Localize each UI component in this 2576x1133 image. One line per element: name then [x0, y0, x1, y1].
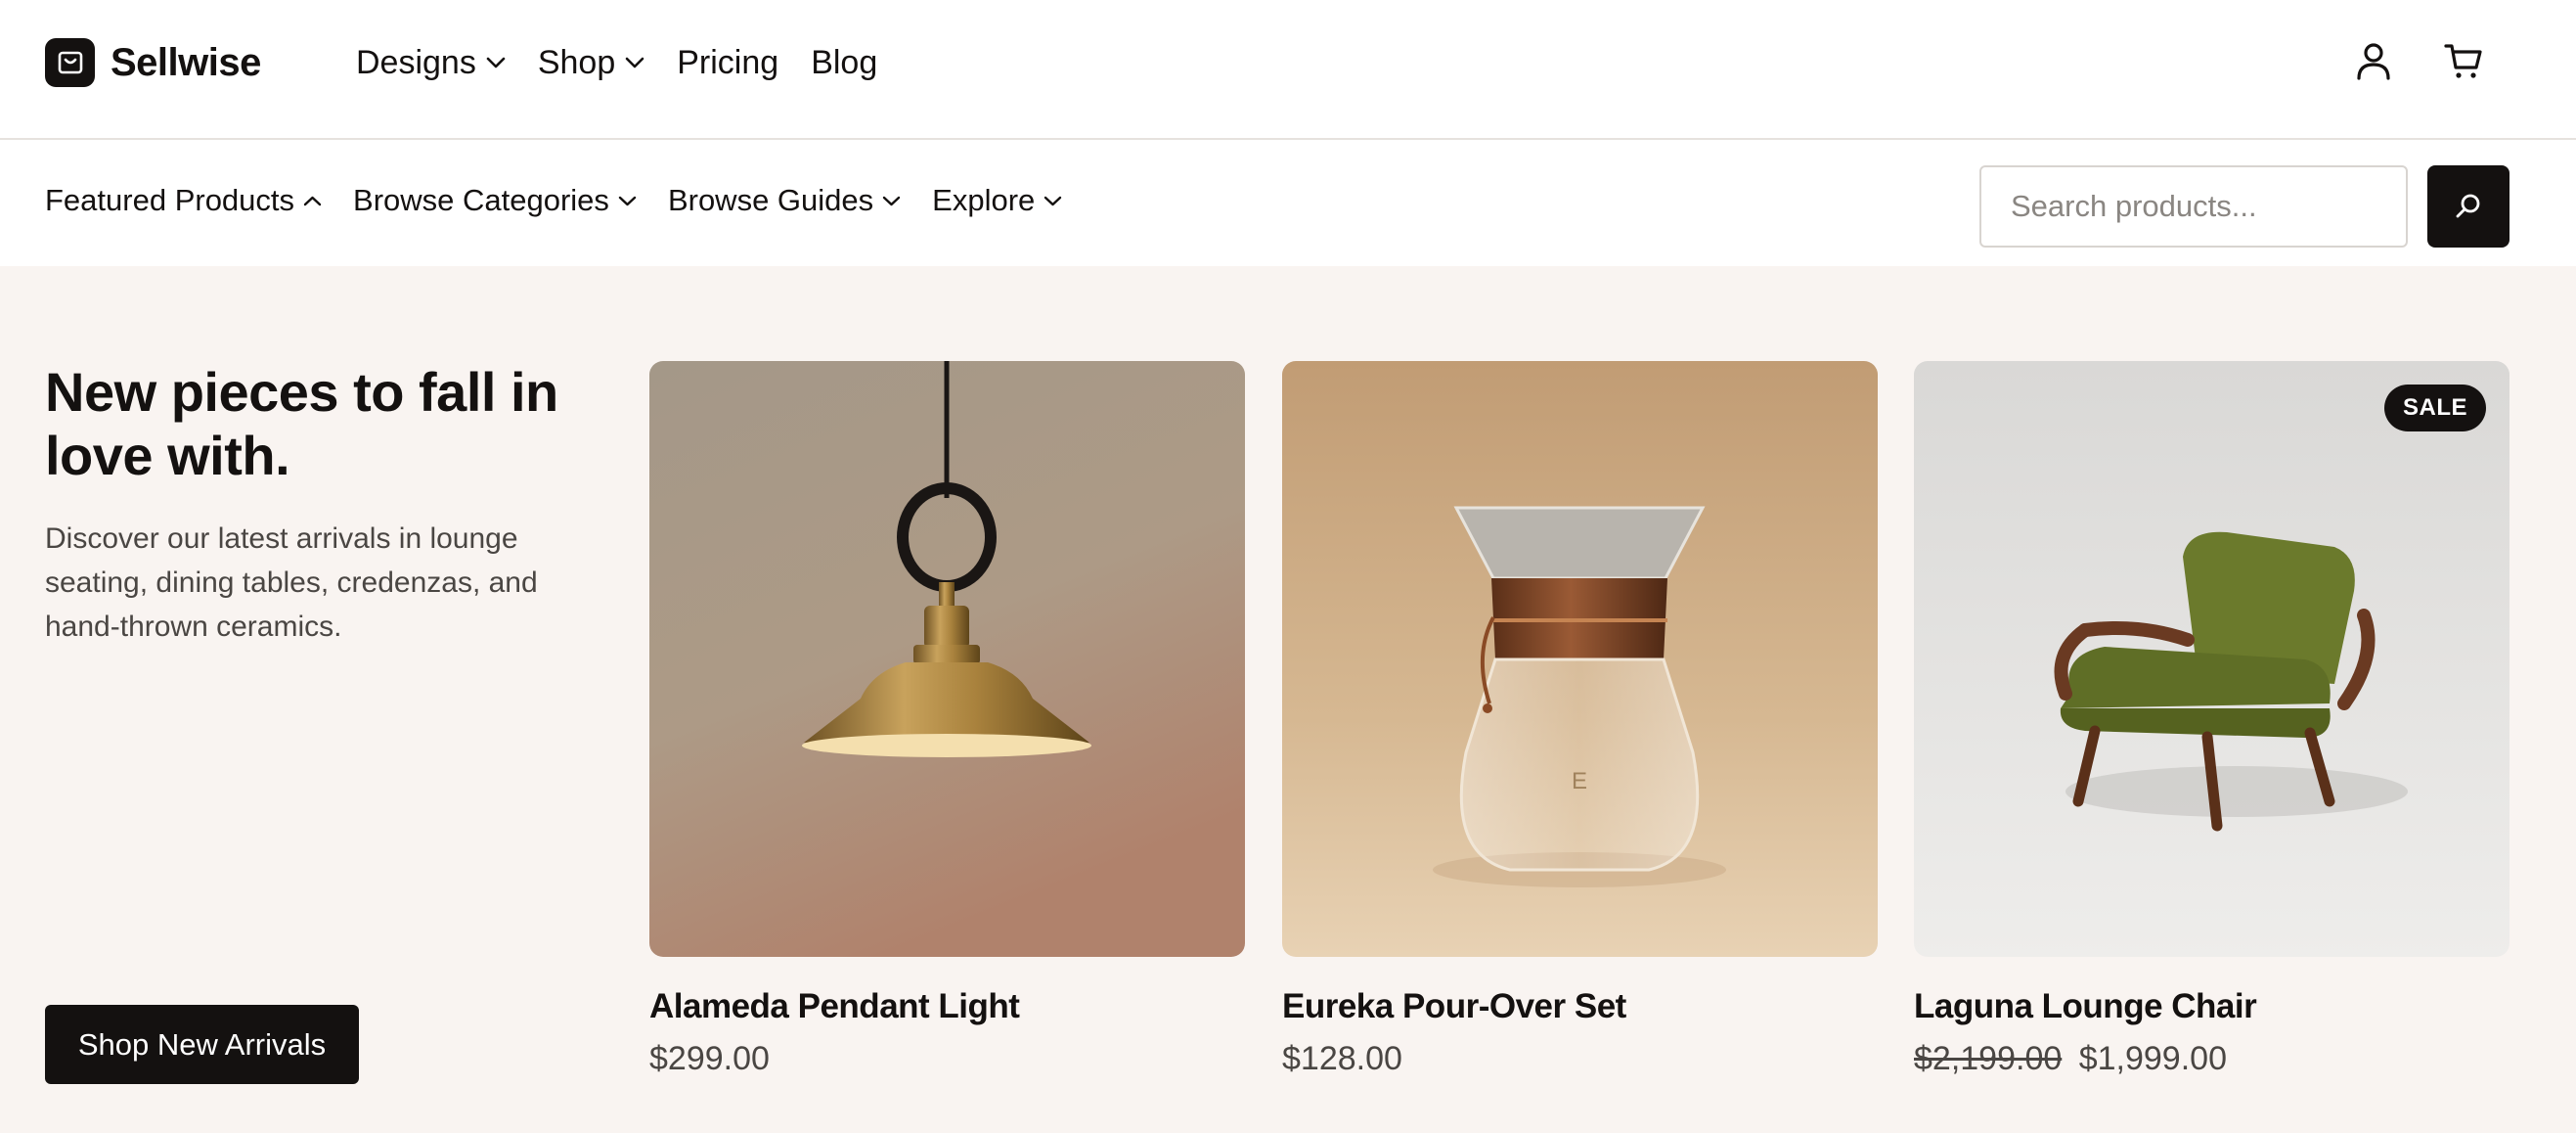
sale-badge: SALE: [2383, 385, 2486, 431]
logo-mark-icon: [45, 38, 95, 87]
chevron-down-icon: [625, 57, 644, 68]
chevron-down-icon: [486, 57, 506, 68]
product-card[interactable]: SALE Laguna Lounge Chair $2,199.00 $1,99…: [1914, 361, 2509, 1078]
shop-new-arrivals-button[interactable]: Shop New Arrivals: [45, 1005, 359, 1084]
current-price: $1,999.00: [2078, 1040, 2227, 1077]
current-price: $299.00: [649, 1040, 770, 1077]
original-price: $2,199.00: [1914, 1040, 2063, 1077]
nav-item-label: Designs: [356, 43, 476, 81]
sub-nav-explore[interactable]: Explore: [932, 183, 1062, 218]
product-price: $128.00: [1282, 1040, 1878, 1078]
search-icon: [2456, 194, 2480, 218]
product-image-pour-over-set[interactable]: E: [1282, 361, 1878, 957]
secondary-nav-links: Featured Products Browse Categories Brow…: [45, 181, 1093, 220]
product-image-lounge-chair[interactable]: SALE: [1914, 361, 2509, 957]
nav-item-shop[interactable]: Shop: [538, 44, 644, 82]
account-icon: [2357, 43, 2390, 80]
product-price: $299.00: [649, 1040, 1245, 1078]
sub-nav-browse-guides[interactable]: Browse Guides: [668, 183, 901, 218]
cart-icon: [2444, 44, 2482, 78]
product-card[interactable]: E Eureka Pour-Over Set $128.00: [1282, 361, 1878, 1078]
nav-item-label: Shop: [537, 43, 616, 81]
product-name[interactable]: Eureka Pour-Over Set: [1282, 987, 1878, 1026]
chevron-down-icon: [1044, 196, 1062, 205]
sub-nav-label: Browse Guides: [667, 183, 874, 217]
nav-item-designs[interactable]: Designs: [356, 44, 506, 82]
hero-description: Discover our latest arrivals in lounge s…: [45, 522, 538, 643]
product-price: $2,199.00 $1,999.00: [1914, 1040, 2509, 1078]
search-input[interactable]: [1979, 165, 2408, 248]
chevron-up-icon: [303, 196, 322, 205]
header-actions: [2351, 38, 2486, 83]
product-card[interactable]: Alameda Pendant Light $299.00: [649, 361, 1245, 1078]
brand-name: Sellwise: [111, 40, 261, 84]
chevron-down-icon: [882, 196, 901, 205]
sub-nav-browse-categories[interactable]: Browse Categories: [353, 183, 637, 218]
product-name[interactable]: Laguna Lounge Chair: [1914, 987, 2509, 1026]
product-name[interactable]: Alameda Pendant Light: [649, 987, 1245, 1026]
secondary-nav: Featured Products Browse Categories Brow…: [0, 142, 2576, 266]
nav-item-blog[interactable]: Blog: [811, 44, 877, 82]
hero-title: New pieces to fall in love with.: [45, 361, 558, 486]
primary-nav: Designs Shop Pricing Blog: [356, 39, 910, 86]
product-image-pendant-light[interactable]: [649, 361, 1245, 957]
sub-nav-label: Featured Products: [45, 183, 295, 217]
nav-item-pricing[interactable]: Pricing: [677, 44, 778, 82]
chevron-down-icon: [618, 196, 637, 205]
svg-text:E: E: [1572, 768, 1587, 794]
hero-section: New pieces to fall in love with. Discove…: [0, 266, 2576, 1133]
nav-item-label: Pricing: [677, 43, 779, 81]
current-price: $128.00: [1282, 1040, 1402, 1077]
sub-nav-label: Explore: [932, 183, 1036, 217]
top-header: Sellwise Designs Shop Pricing Blog: [0, 0, 2576, 140]
search-button[interactable]: [2427, 165, 2509, 248]
sub-nav-featured-products[interactable]: Featured Products: [45, 183, 322, 218]
brand-logo[interactable]: Sellwise: [45, 38, 261, 87]
account-button[interactable]: [2351, 38, 2396, 83]
sub-nav-label: Browse Categories: [353, 183, 609, 217]
cart-button[interactable]: [2441, 38, 2486, 83]
nav-item-label: Blog: [811, 43, 878, 81]
